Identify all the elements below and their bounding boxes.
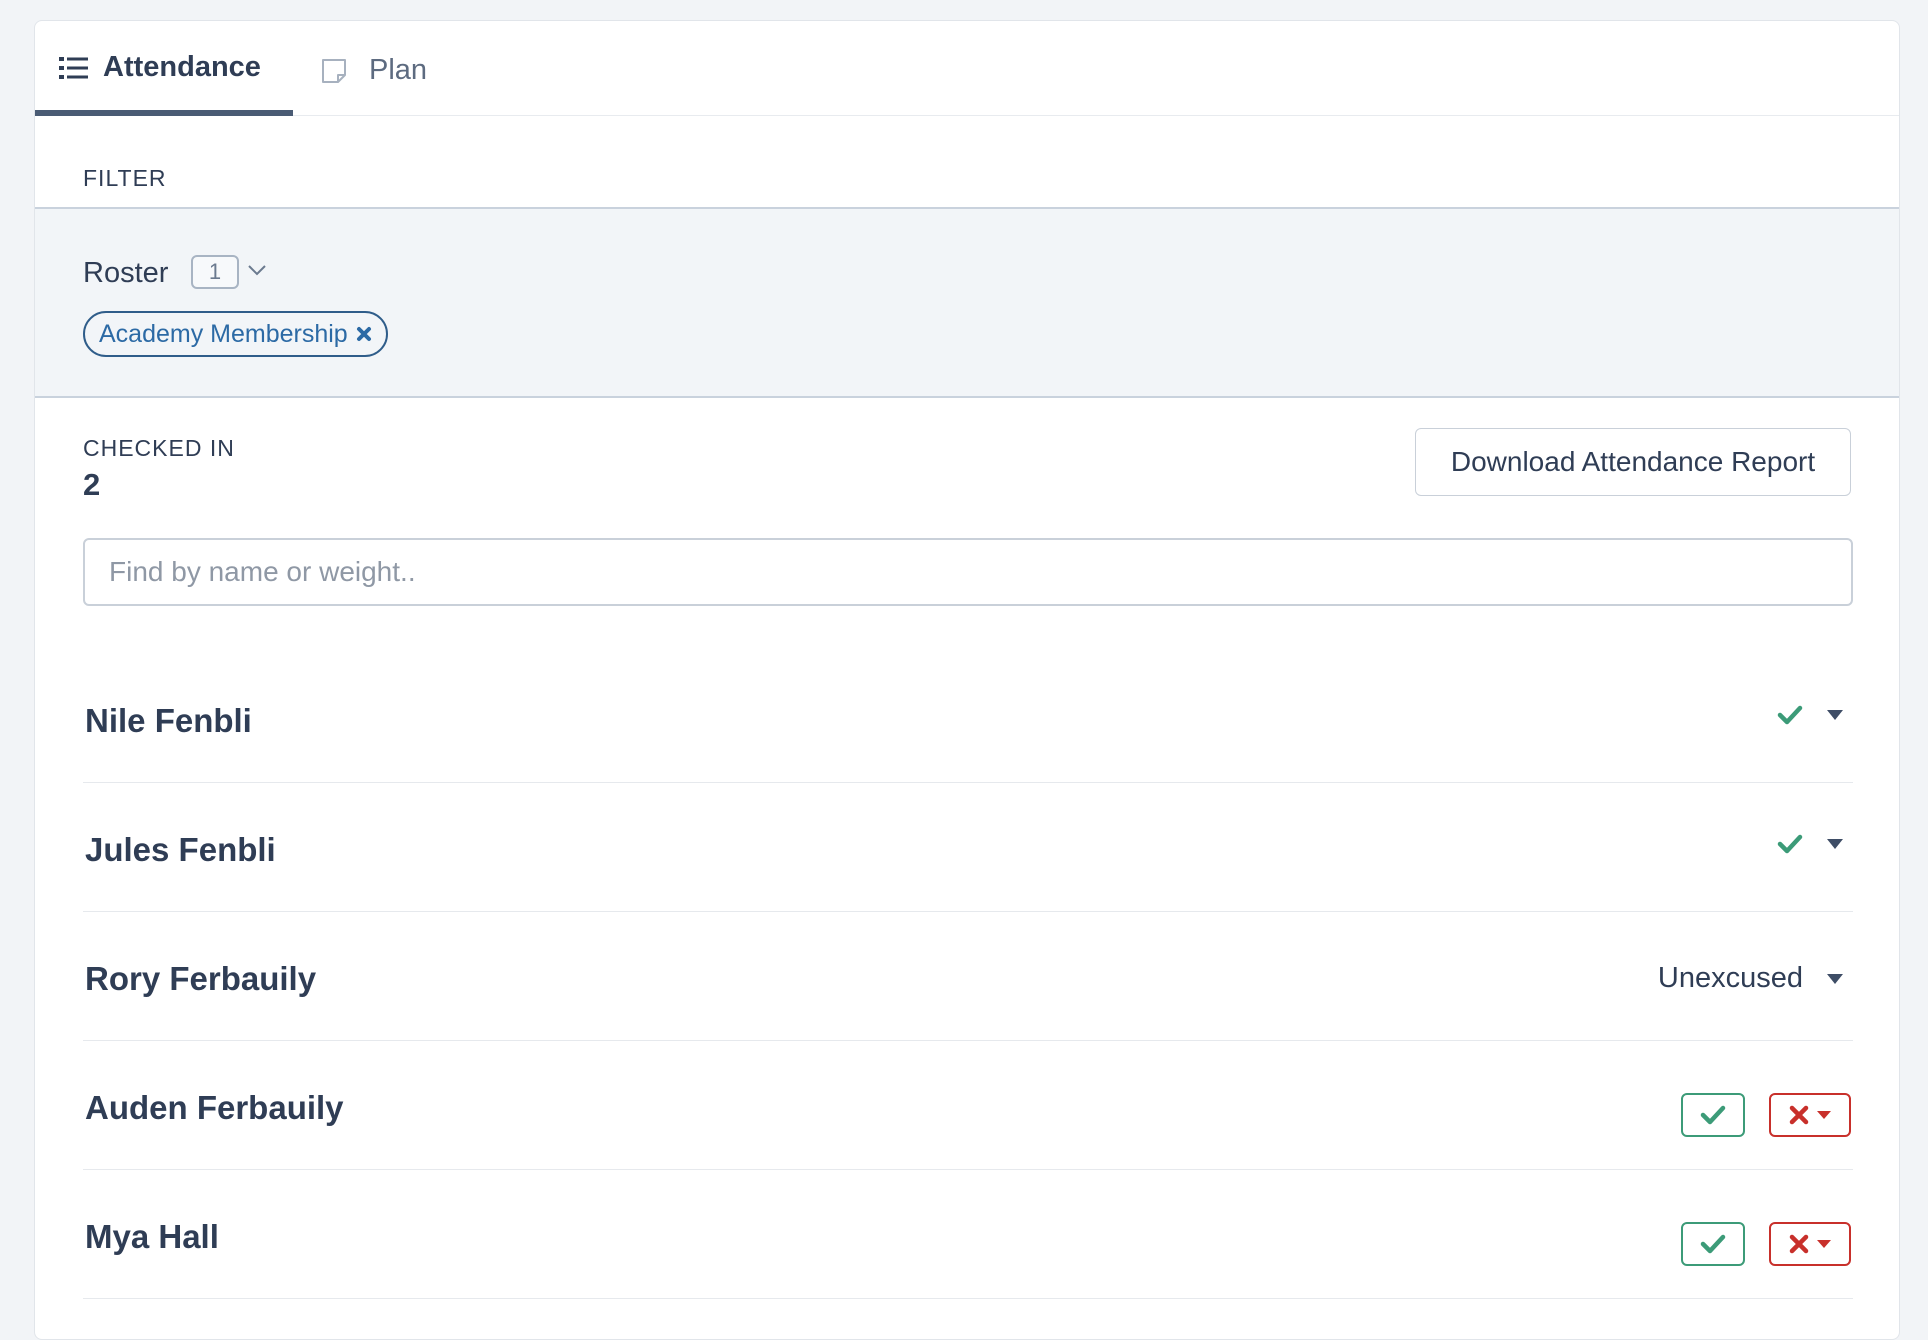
download-attendance-report-button[interactable]: Download Attendance Report bbox=[1415, 428, 1851, 496]
attendance-status-dropdown[interactable]: Unexcused bbox=[1658, 962, 1847, 995]
member-row: Auden Ferbauily bbox=[83, 1041, 1853, 1170]
roster-count-badge[interactable]: 1 bbox=[191, 255, 239, 289]
mark-absent-button[interactable] bbox=[1769, 1222, 1851, 1266]
attendance-button-group bbox=[1681, 1093, 1851, 1137]
check-icon bbox=[1700, 1105, 1726, 1125]
attendance-card: Attendance Plan FILTER Roster 1 Academy … bbox=[34, 20, 1900, 1340]
tab-bar: Attendance Plan bbox=[35, 21, 1899, 116]
tab-attendance[interactable]: Attendance bbox=[35, 21, 293, 116]
member-name: Auden Ferbauily bbox=[85, 1089, 344, 1126]
x-icon bbox=[1789, 1234, 1809, 1254]
tab-plan-label: Plan bbox=[369, 54, 428, 86]
note-icon bbox=[322, 58, 346, 83]
list-icon bbox=[59, 56, 88, 79]
status-text: Unexcused bbox=[1657, 962, 1803, 994]
tab-plan[interactable]: Plan bbox=[293, 21, 455, 116]
checked-in-label: CHECKED IN bbox=[83, 435, 235, 461]
filter-panel: Roster 1 Academy Membership bbox=[35, 207, 1899, 398]
member-row: Rory Ferbauily Unexcused bbox=[83, 912, 1853, 1041]
member-name: Nile Fenbli bbox=[85, 702, 252, 739]
caret-down-icon bbox=[1827, 973, 1843, 984]
remove-chip-icon[interactable] bbox=[356, 326, 372, 342]
tab-attendance-label: Attendance bbox=[103, 51, 261, 83]
mark-absent-button[interactable] bbox=[1769, 1093, 1851, 1137]
caret-down-icon bbox=[1827, 710, 1843, 720]
search-input[interactable] bbox=[83, 538, 1853, 606]
caret-down-icon bbox=[1827, 839, 1843, 849]
filter-chip-academy-membership: Academy Membership bbox=[83, 311, 388, 357]
x-icon bbox=[1789, 1105, 1809, 1125]
attendance-status-dropdown[interactable] bbox=[1777, 833, 1847, 855]
member-row: Mya Hall bbox=[83, 1170, 1853, 1299]
checked-in-count: 2 bbox=[83, 467, 101, 502]
check-icon bbox=[1777, 834, 1803, 854]
member-name: Jules Fenbli bbox=[85, 831, 276, 868]
member-row: Nile Fenbli bbox=[83, 654, 1853, 783]
chevron-down-icon[interactable] bbox=[247, 263, 267, 277]
attendance-status-dropdown[interactable] bbox=[1777, 704, 1847, 726]
member-list: Nile Fenbli Jules Fenbli Rory Ferbauily … bbox=[83, 654, 1853, 1299]
member-name: Rory Ferbauily bbox=[85, 960, 317, 997]
roster-label: Roster bbox=[83, 257, 169, 289]
member-row: Jules Fenbli bbox=[83, 783, 1853, 912]
mark-present-button[interactable] bbox=[1681, 1093, 1745, 1137]
member-name: Mya Hall bbox=[85, 1218, 219, 1255]
caret-down-icon bbox=[1817, 1111, 1831, 1119]
check-icon bbox=[1700, 1234, 1726, 1254]
filter-chip-label: Academy Membership bbox=[99, 319, 348, 348]
mark-present-button[interactable] bbox=[1681, 1222, 1745, 1266]
caret-down-icon bbox=[1817, 1240, 1831, 1248]
attendance-button-group bbox=[1681, 1222, 1851, 1266]
check-icon bbox=[1777, 705, 1803, 725]
filter-heading: FILTER bbox=[83, 165, 167, 191]
